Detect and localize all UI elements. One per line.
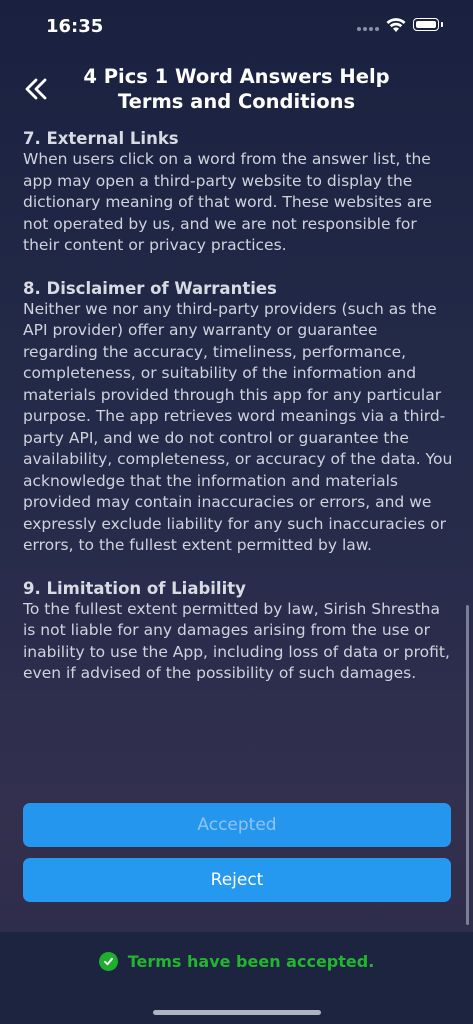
home-indicator[interactable] <box>153 1010 321 1015</box>
battery-icon <box>413 18 443 31</box>
page-title: 4 Pics 1 Word Answers Help Terms and Con… <box>60 64 413 114</box>
page-title-line-2: Terms and Conditions <box>117 90 356 113</box>
navigation-header: 4 Pics 1 Word Answers Help Terms and Con… <box>0 54 473 124</box>
page-title-line-1: 4 Pics 1 Word Answers Help <box>83 65 390 88</box>
status-bar: 16:35 <box>0 0 473 54</box>
cellular-signal-icon <box>357 27 379 31</box>
section-body: When users click on a word from the answ… <box>23 150 432 254</box>
double-chevron-left-icon <box>25 78 47 100</box>
section-body: Neither we nor any third-party providers… <box>23 299 453 555</box>
acceptance-notice-text: Terms have been accepted. <box>127 952 375 971</box>
scrollbar[interactable] <box>466 605 469 925</box>
terms-content[interactable]: 7. External Links When users click on a … <box>23 128 455 793</box>
terms-section-liability: 9. Limitation of Liability To the fulles… <box>23 578 455 685</box>
wifi-icon <box>386 18 406 32</box>
reject-button[interactable]: Reject <box>23 858 451 902</box>
section-heading: 9. Limitation of Liability <box>23 578 246 598</box>
terms-section-external-links: 7. External Links When users click on a … <box>23 128 455 257</box>
section-heading: 7. External Links <box>23 129 179 148</box>
terms-section-disclaimer: 8. Disclaimer of Warranties Neither we n… <box>23 278 455 557</box>
acceptance-notice: Terms have been accepted. <box>0 952 473 971</box>
section-body: To the fullest extent permitted by law, … <box>23 599 450 683</box>
back-button[interactable] <box>22 74 52 104</box>
checkmark-circle-icon <box>98 952 118 971</box>
status-time: 16:35 <box>46 16 104 37</box>
accepted-button[interactable]: Accepted <box>23 803 451 847</box>
section-heading: 8. Disclaimer of Warranties <box>23 278 277 298</box>
